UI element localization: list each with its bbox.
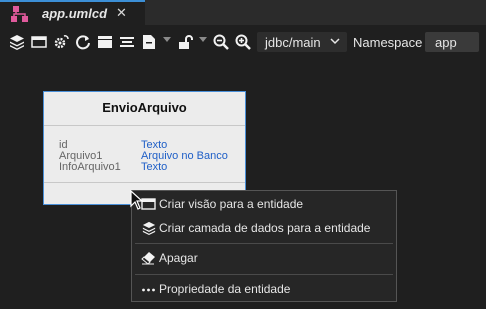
menu-item-label: Criar visão para a entidade — [159, 197, 304, 211]
attribute-type: Texto — [141, 161, 168, 173]
ellipsis-icon — [141, 282, 157, 296]
divider — [44, 182, 245, 183]
divider — [44, 125, 245, 126]
unlock-icon[interactable] — [177, 34, 193, 50]
zoom-out-icon[interactable] — [213, 34, 229, 50]
tab-bar: app.umlcd ✕ — [0, 0, 486, 25]
menu-item-create-view[interactable]: Criar visão para a entidade — [132, 193, 396, 215]
tab-label: app.umlcd — [42, 6, 108, 21]
chevron-down-icon — [330, 38, 340, 45]
gear-refresh-icon[interactable] — [53, 34, 69, 50]
menu-item-label: Apagar — [159, 251, 198, 265]
menu-separator — [135, 274, 393, 275]
entity-box[interactable]: EnvioArquivo id Texto Arquivo1 Arquivo n… — [43, 91, 246, 205]
context-menu: Criar visão para a entidade Criar camada… — [131, 190, 397, 302]
uml-diagram-icon — [11, 6, 28, 22]
menu-separator — [135, 243, 393, 244]
document-icon[interactable] — [141, 34, 157, 50]
caret-down-icon[interactable] — [163, 37, 171, 42]
caret-down-icon[interactable] — [199, 37, 207, 42]
panel-icon[interactable] — [97, 34, 113, 50]
mouse-cursor-icon — [130, 190, 144, 210]
menu-item-delete[interactable]: Apagar — [132, 247, 396, 269]
namespace-label: Namespace — [353, 35, 423, 50]
schema-value: jdbc/main — [265, 35, 321, 50]
attribute-name: InfoArquivo1 — [59, 161, 121, 173]
eraser-icon — [141, 251, 157, 265]
layers-icon[interactable] — [9, 34, 25, 50]
menu-item-create-data-layer[interactable]: Criar camada de dados para a entidade — [132, 217, 396, 239]
zoom-in-icon[interactable] — [235, 34, 251, 50]
refresh-icon[interactable] — [75, 34, 91, 50]
entity-title: EnvioArquivo — [102, 100, 187, 115]
menu-item-label: Criar camada de dados para a entidade — [159, 221, 371, 235]
menu-item-entity-properties[interactable]: Propriedade da entidade — [132, 278, 396, 300]
window-icon[interactable] — [31, 34, 47, 50]
tab-app-umlcd[interactable]: app.umlcd ✕ — [0, 0, 145, 25]
close-icon[interactable]: ✕ — [116, 5, 127, 21]
namespace-input[interactable] — [425, 32, 479, 52]
schema-select[interactable]: jdbc/main — [257, 32, 347, 52]
layers-icon — [141, 221, 157, 235]
menu-item-label: Propriedade da entidade — [159, 282, 291, 296]
list-icon[interactable] — [119, 34, 135, 50]
